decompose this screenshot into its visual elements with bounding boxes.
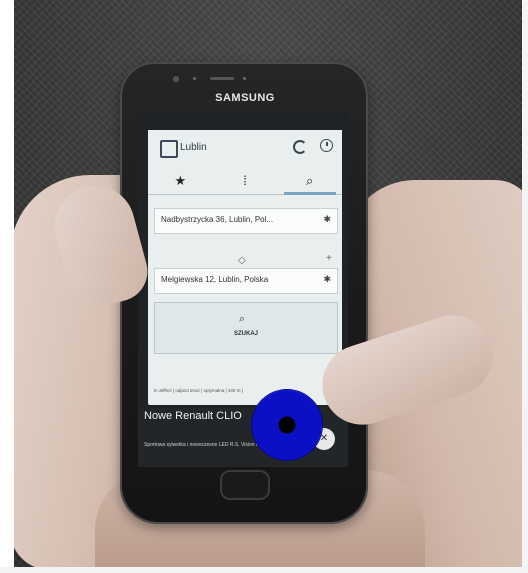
bars-icon[interactable]: ⁞ <box>213 170 278 194</box>
bus-icon <box>160 140 178 158</box>
sensor-icon <box>243 77 246 80</box>
home-button[interactable] <box>220 470 270 500</box>
options-summary[interactable]: E-Jeffect | odjazd teraz | optymalna | 4… <box>154 388 336 393</box>
touch-indicator <box>252 390 322 460</box>
favorite-icon[interactable]: ✱ <box>323 274 331 285</box>
add-icon[interactable]: + <box>326 253 332 264</box>
tab-bar: ★ ⁞ ⌕ <box>148 170 342 195</box>
refresh-icon[interactable] <box>293 140 307 154</box>
to-field[interactable]: Melgiewska 12, Lublin, Polska ✱ <box>154 268 338 294</box>
transit-app: Lublin ★ ⁞ ⌕ Nadbystrzycka 36, Lublin, P… <box>148 130 342 405</box>
frame-border <box>0 0 14 573</box>
front-camera-icon <box>173 76 179 82</box>
from-value: Nadbystrzycka 36, Lublin, Pol... <box>161 215 274 224</box>
from-field[interactable]: Nadbystrzycka 36, Lublin, Pol... ✱ <box>154 208 338 234</box>
frame-border <box>522 0 528 573</box>
magnifier-icon: ⌕ <box>239 313 246 325</box>
favorite-icon[interactable]: ✱ <box>323 214 331 225</box>
city-title[interactable]: Lublin <box>180 142 207 153</box>
star-icon[interactable]: ★ <box>148 170 213 194</box>
phone-brand: SAMSUNG <box>215 92 275 104</box>
ad-title: Nowe Renault CLIO <box>144 410 242 422</box>
swap-icon[interactable]: ◇ <box>238 255 246 266</box>
sensor-icon <box>193 77 196 80</box>
search-button-label: SZUKAJ <box>233 331 258 337</box>
clock-icon[interactable] <box>320 139 333 152</box>
frame-border <box>0 567 528 573</box>
earpiece <box>210 77 234 80</box>
search-button[interactable]: ⌕ SZUKAJ <box>154 302 338 354</box>
app-topbar: Lublin <box>148 130 342 170</box>
to-value: Melgiewska 12, Lublin, Polska <box>161 275 269 284</box>
search-icon[interactable]: ⌕ <box>277 170 342 195</box>
photo-scene: SAMSUNG Lublin ★ ⁞ ⌕ Nadbystrzycka 36, L… <box>0 0 528 573</box>
